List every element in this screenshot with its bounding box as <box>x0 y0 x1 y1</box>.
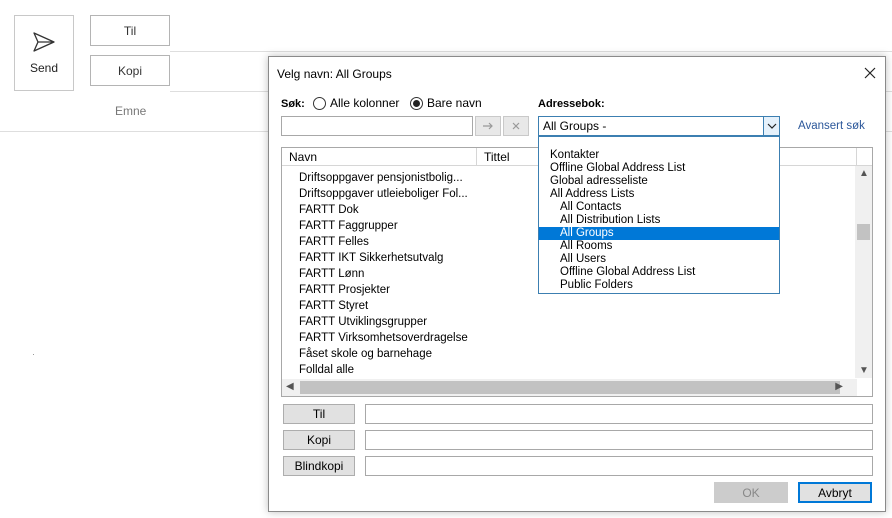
dropdown-item[interactable]: Kontakter <box>539 149 779 162</box>
list-item[interactable]: Folldal alle <box>299 362 468 378</box>
list-rows: Driftsoppgaver pensjonistbolig... Driftso… <box>299 170 468 378</box>
list-item[interactable]: FARTT Faggrupper <box>299 218 468 234</box>
dropdown-toggle[interactable] <box>763 117 779 135</box>
subject-label: Emne <box>115 104 147 118</box>
addressbook-label: Adressebok: <box>538 98 605 110</box>
dropdown-item[interactable]: Public Folders <box>539 279 779 292</box>
addressbook-select[interactable]: All Groups - <box>538 116 780 136</box>
list-item[interactable]: FARTT Styret <box>299 298 468 314</box>
scroll-down-icon[interactable]: ▼ <box>859 365 869 376</box>
close-icon <box>864 67 876 79</box>
radio-name-only-circle[interactable] <box>410 96 423 110</box>
to-field[interactable] <box>365 404 873 424</box>
close-button[interactable] <box>859 62 881 84</box>
radio-all-columns-label: Alle kolonner <box>330 96 400 110</box>
dropdown-items: Kontakter Offline Global Address List Glob… <box>539 137 779 292</box>
dropdown-item[interactable]: All Groups <box>539 227 779 240</box>
radio-name-only[interactable]: Bare navn <box>410 96 482 110</box>
column-header-name[interactable]: Navn <box>282 148 477 165</box>
dropdown-item[interactable]: Offline Global Address List <box>539 266 779 279</box>
advanced-search-link[interactable]: Avansert søk <box>798 120 865 132</box>
scroll-left-icon[interactable]: ◀ <box>286 381 294 392</box>
dropdown-item[interactable]: Offline Global Address List <box>539 162 779 175</box>
cc-field[interactable] <box>365 430 873 450</box>
search-input[interactable] <box>281 116 473 136</box>
dialog-title: Velg navn: All Groups <box>277 67 392 81</box>
dropdown-item[interactable]: All Address Lists <box>539 188 779 201</box>
bcc-field[interactable] <box>365 456 873 476</box>
ok-button[interactable]: OK <box>714 482 788 503</box>
list-item[interactable]: FARTT Lønn <box>299 266 468 282</box>
dropdown-item[interactable]: Global adresseliste <box>539 175 779 188</box>
radio-name-only-label: Bare navn <box>427 96 482 110</box>
list-item[interactable]: FARTT IKT Sikkerhetsutvalg <box>299 250 468 266</box>
horizontal-scroll-thumb[interactable] <box>300 381 840 394</box>
clear-button[interactable] <box>503 116 529 136</box>
stray-dot <box>33 354 34 355</box>
compose-to-button[interactable]: Til <box>90 15 170 46</box>
to-field-line <box>170 51 892 52</box>
dropdown-item[interactable]: All Distribution Lists <box>539 214 779 227</box>
paper-plane-icon <box>33 32 55 52</box>
radio-all-columns[interactable]: Alle kolonner <box>313 96 399 110</box>
select-names-dialog: Velg navn: All Groups Søk: Alle kolonner… <box>268 56 886 512</box>
horizontal-scrollbar[interactable]: ◀ ▶ <box>282 379 857 396</box>
dropdown-item[interactable]: All Rooms <box>539 240 779 253</box>
list-item[interactable]: FARTT Prosjekter <box>299 282 468 298</box>
scroll-up-icon[interactable]: ▲ <box>859 168 869 179</box>
go-button[interactable] <box>475 116 501 136</box>
send-button[interactable]: Send <box>14 15 74 91</box>
radio-all-columns-circle[interactable] <box>313 96 326 110</box>
list-item[interactable]: FARTT Felles <box>299 234 468 250</box>
dropdown-item[interactable]: All Contacts <box>539 201 779 214</box>
list-item[interactable]: FARTT Utviklingsgrupper <box>299 314 468 330</box>
list-item[interactable]: Driftsoppgaver utleieboliger Fol... <box>299 186 468 202</box>
chevron-down-icon <box>767 123 776 129</box>
addressbook-select-value: All Groups - <box>543 119 607 133</box>
search-label: Søk: <box>281 98 305 110</box>
send-label: Send <box>29 61 59 75</box>
x-icon <box>512 122 520 130</box>
list-item[interactable]: Driftsoppgaver pensjonistbolig... <box>299 170 468 186</box>
dropdown-item[interactable]: All Users <box>539 253 779 266</box>
list-item[interactable]: Fåset skole og barnehage <box>299 346 468 362</box>
list-item[interactable]: FARTT Virksomhetsoverdragelse <box>299 330 468 346</box>
arrow-right-icon <box>483 122 493 130</box>
vertical-scrollbar[interactable]: ▲ ▼ <box>855 166 872 378</box>
list-item[interactable]: FARTT Dok <box>299 202 468 218</box>
scroll-right-icon[interactable]: ▶ <box>835 381 843 392</box>
bcc-button[interactable]: Blindkopi <box>283 456 355 476</box>
cc-button[interactable]: Kopi <box>283 430 355 450</box>
to-button[interactable]: Til <box>283 404 355 424</box>
addressbook-dropdown-list[interactable]: Kontakter Offline Global Address List Glob… <box>538 136 780 294</box>
vertical-scroll-thumb[interactable] <box>857 224 870 240</box>
cancel-button[interactable]: Avbryt <box>798 482 872 503</box>
compose-cc-button[interactable]: Kopi <box>90 55 170 86</box>
